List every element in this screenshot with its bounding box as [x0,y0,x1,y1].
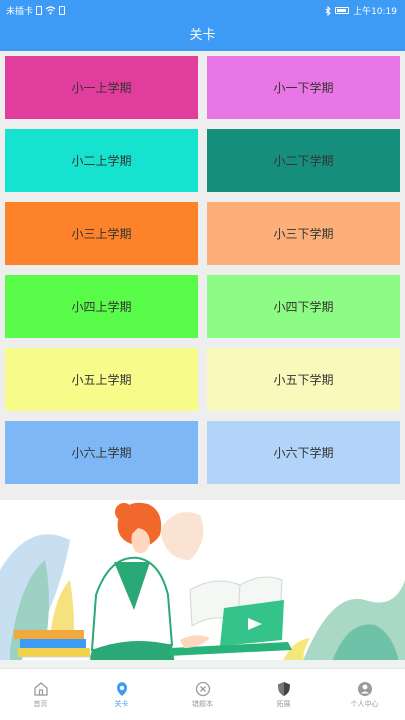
status-right: 上午10:19 [325,4,397,17]
level-card[interactable]: 小五下学期 [207,348,400,411]
tab-expand[interactable]: 拓展 [243,669,324,720]
tab-profile[interactable]: 个人中心 [324,669,405,720]
level-label: 小五下学期 [273,373,334,387]
level-card[interactable]: 小五上学期 [5,348,198,411]
sim-icon [36,6,43,15]
level-card[interactable]: 小一上学期 [5,56,198,119]
level-label: 小六上学期 [71,446,132,460]
level-label: 小四上学期 [71,300,132,314]
level-label: 小五上学期 [71,373,132,387]
level-card[interactable]: 小六下学期 [207,421,400,484]
sim-icon [59,6,66,15]
level-card[interactable]: 小二上学期 [5,129,198,192]
level-icon [116,681,127,696]
status-bar: 未插卡 上午10:19 [0,0,405,20]
tab-levels[interactable]: 关卡 [81,669,162,720]
tab-label: 关卡 [114,699,129,708]
level-label: 小一下学期 [273,81,334,95]
page-title: 关卡 [189,28,216,43]
wifi-icon [45,6,56,15]
level-card[interactable]: 小二下学期 [207,129,400,192]
tab-wrong-book[interactable]: 错题本 [162,669,243,720]
level-grid: 小一上学期 小一下学期 小二上学期 小二下学期 小三上学期 小三下学期 小四上学… [0,51,405,500]
level-label: 小一上学期 [71,81,132,95]
tab-label: 拓展 [276,699,291,708]
shield-icon [277,681,290,696]
carrier-text: 未插卡 [6,7,34,17]
bottom-tab-bar: 首页 关卡 错题本 拓展 个人中心 [0,668,405,720]
level-label: 小二下学期 [273,154,334,168]
level-label: 小六下学期 [273,446,334,460]
bluetooth-icon [325,5,331,16]
level-label: 小三上学期 [71,227,132,241]
status-left: 未插卡 [6,4,66,17]
level-card[interactable]: 小六上学期 [5,421,198,484]
tab-home[interactable]: 首页 [0,669,81,720]
study-illustration [0,500,405,668]
level-card[interactable]: 小三上学期 [5,202,198,265]
home-icon [33,681,48,696]
level-card[interactable]: 小四上学期 [5,275,198,338]
level-card[interactable]: 小四下学期 [207,275,400,338]
battery-icon [335,7,350,14]
profile-icon [357,681,372,696]
status-time: 上午10:19 [353,7,397,17]
girl-studying-illustration [0,502,405,668]
tab-label: 个人中心 [350,699,379,708]
tab-label: 错题本 [192,699,213,708]
wrong-book-icon [195,681,210,696]
level-label: 小二上学期 [71,154,132,168]
level-label: 小三下学期 [273,227,334,241]
level-label: 小四下学期 [273,300,334,314]
tab-label: 首页 [33,699,48,708]
level-card[interactable]: 小一下学期 [207,56,400,119]
title-bar: 关卡 [0,20,405,51]
level-card[interactable]: 小三下学期 [207,202,400,265]
